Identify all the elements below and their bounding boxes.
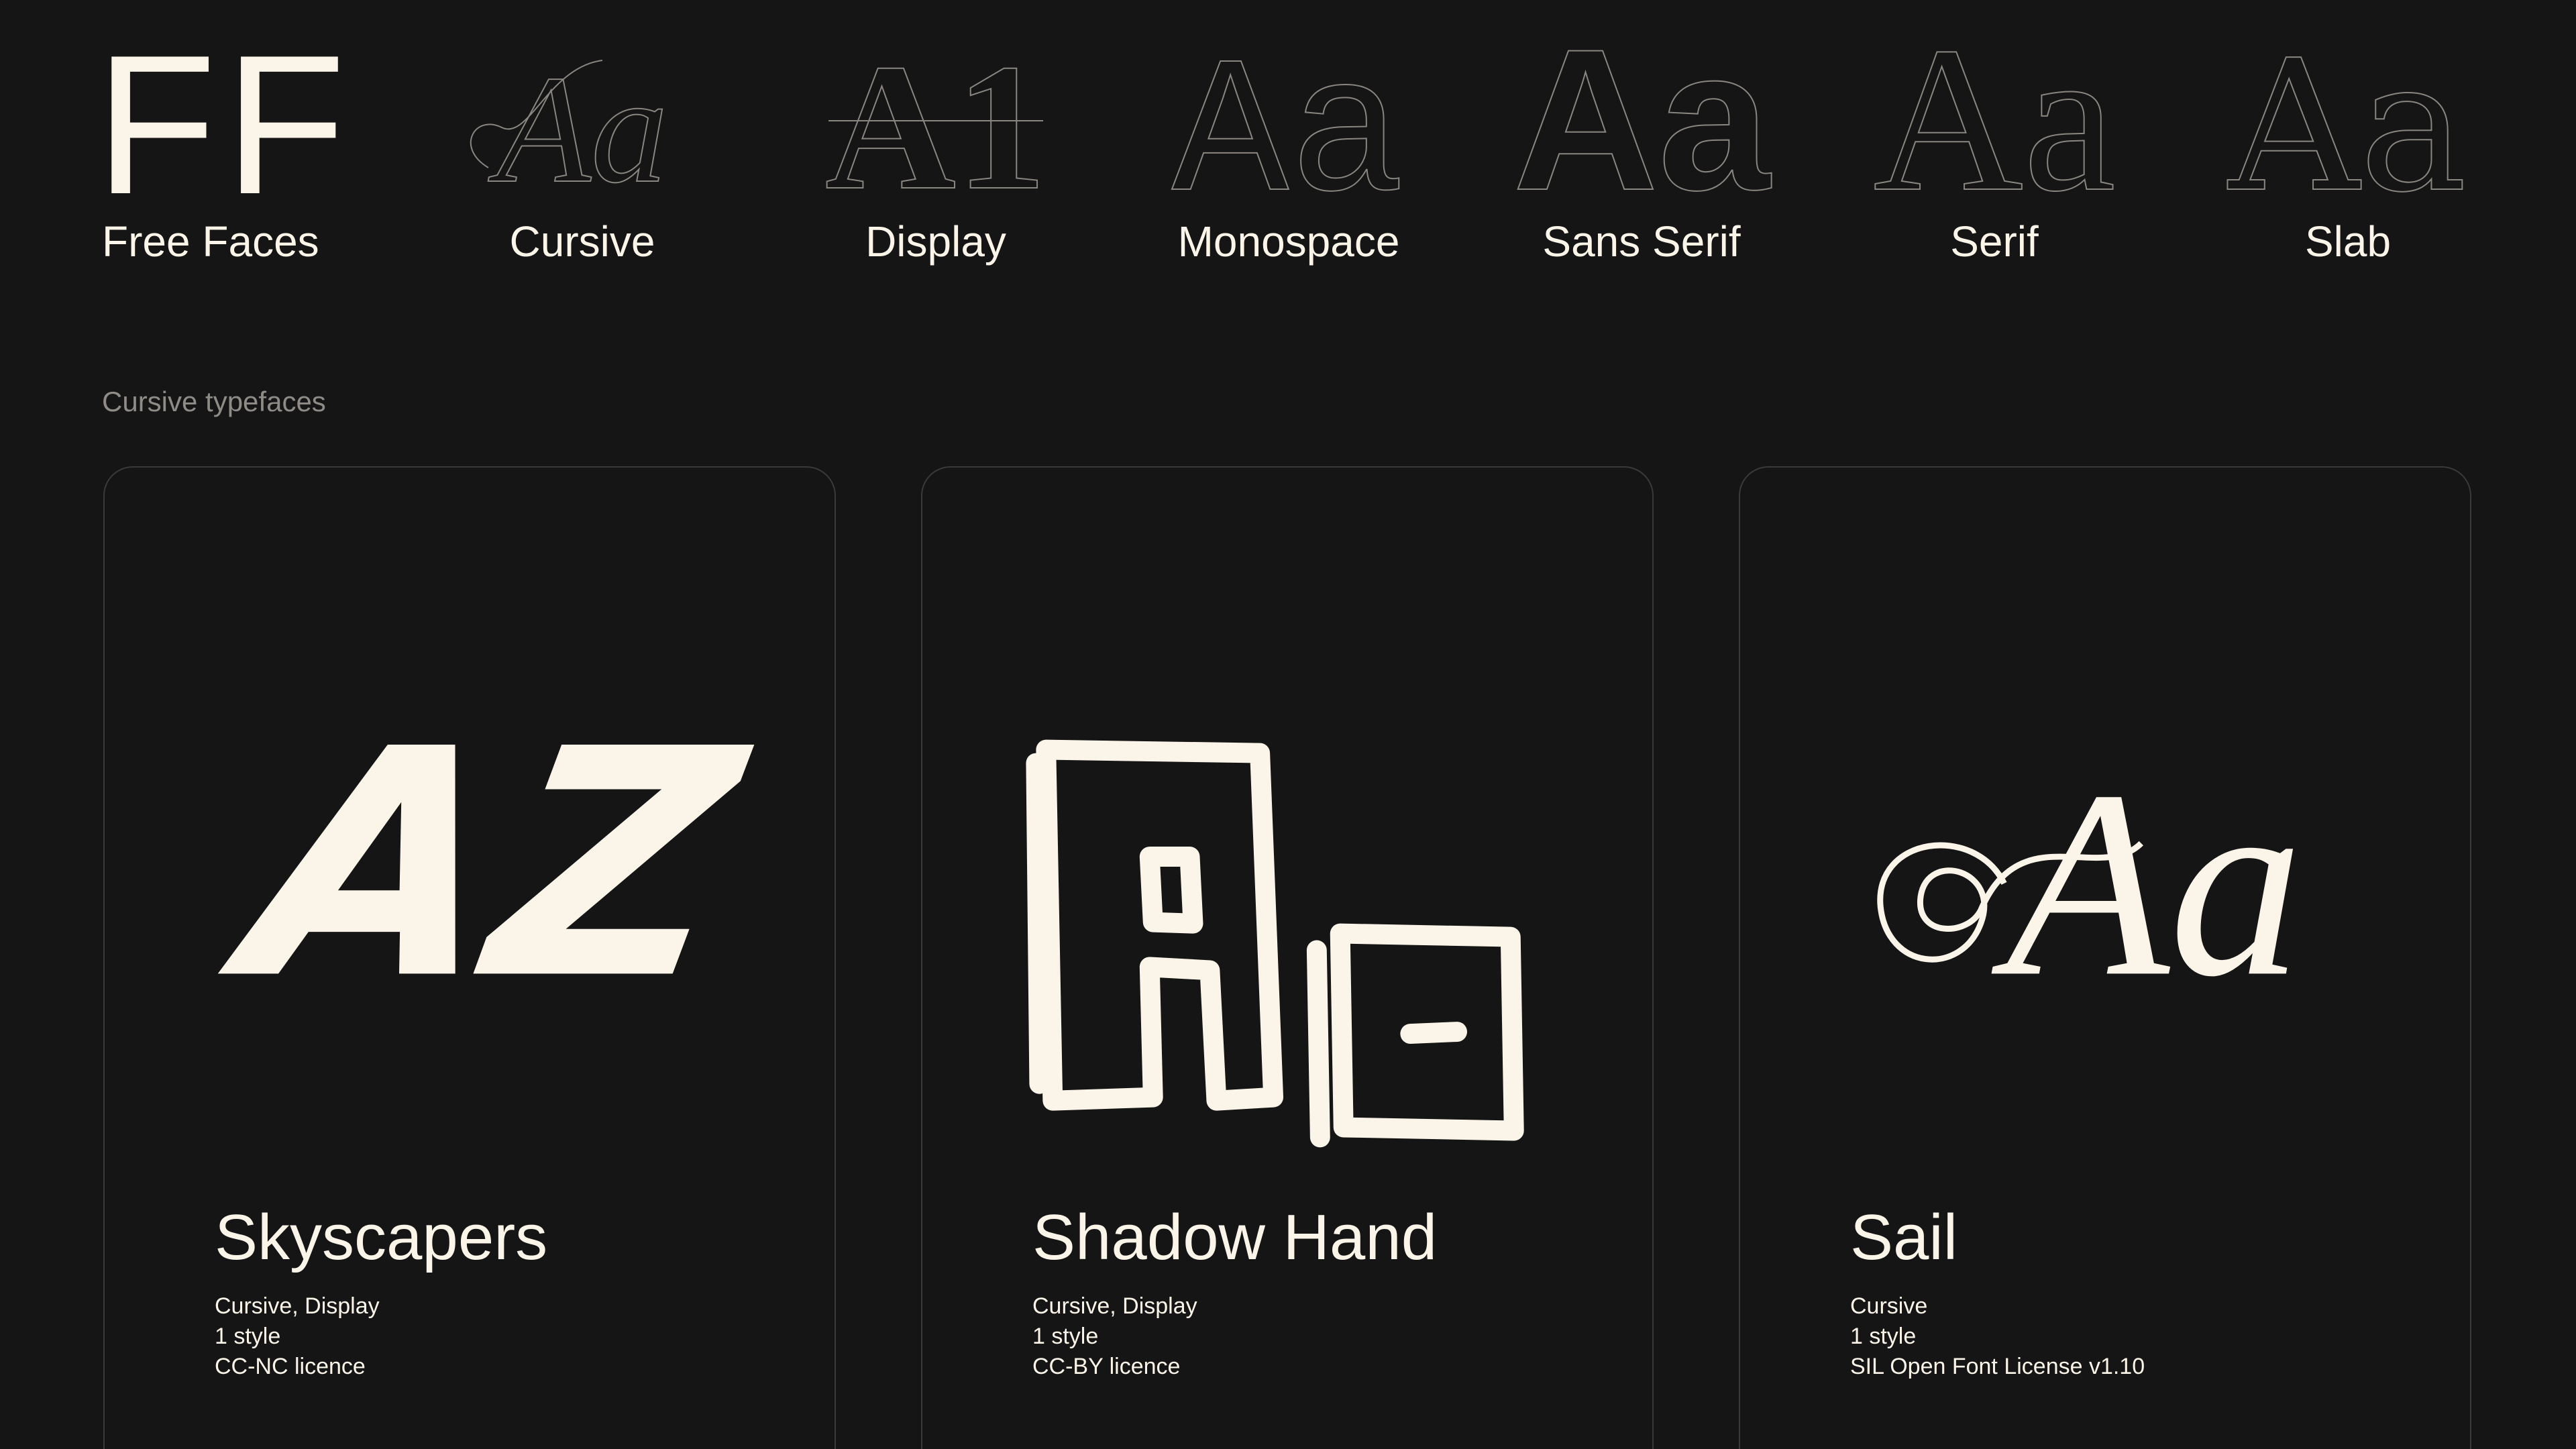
nav-category-slab[interactable]: Aa Slab <box>2214 20 2482 275</box>
serif-sample-text: Aa <box>1873 5 2115 235</box>
letter-a-counter <box>1139 847 1203 934</box>
serif-glyph-svg: Aa <box>1872 4 2116 235</box>
nav-category-sans-serif[interactable]: Aa Sans Serif <box>1507 6 1776 275</box>
slab-glyph-svg: Aa <box>2225 20 2468 233</box>
sans-serif-sample-text: Aa <box>1513 7 1771 232</box>
nav-label-sans-serif: Sans Serif <box>1542 217 1741 266</box>
logo-glyph: FF <box>95 25 384 224</box>
monospace-sample-text: Aa <box>1172 28 1405 248</box>
typeface-specimen: Aa <box>1740 602 2470 1112</box>
letter-a-shadow <box>1026 753 1050 1094</box>
monospace-sample-glyph: Aa <box>1155 28 1423 249</box>
specimen-svg: AE <box>1026 739 1524 1148</box>
typeface-name: Sail <box>1850 1201 1958 1273</box>
cursive-sample-glyph: Aa <box>448 40 716 215</box>
nav-label-slab: Slab <box>2304 217 2392 266</box>
typeface-license: CC-BY licence <box>1032 1354 1181 1379</box>
letter-e-shadow <box>1306 940 1330 1148</box>
nav-label-display: Display <box>865 217 1006 266</box>
display-glyph-svg: A1 <box>824 26 1047 228</box>
typeface-specimen: AZ <box>105 602 835 1112</box>
logo-mark: FF <box>95 13 354 235</box>
typeface-styles: 1 style <box>1850 1324 1917 1349</box>
typeface-specimen: AE <box>922 602 1652 1148</box>
typeface-license: CC-NC licence <box>215 1354 366 1379</box>
typeface-tags: Cursive, Display <box>1032 1293 1197 1319</box>
specimen-svg: Aa <box>1877 736 2303 1032</box>
display-sample-glyph: A1 <box>802 26 1070 228</box>
letter-e-bar <box>1400 1022 1468 1044</box>
typeface-meta: Cursive, Display 1 style CC-BY licence <box>1032 1291 1197 1382</box>
nav-category-cursive[interactable]: Aa Cursive <box>448 40 716 275</box>
logo-link[interactable]: FF Free Faces <box>95 25 384 275</box>
typeface-name: Shadow Hand <box>1032 1201 1438 1273</box>
specimen-drawing <box>1026 739 1524 1148</box>
nav-label-serif: Serif <box>1950 217 2039 266</box>
sans-serif-sample-glyph: Aa <box>1507 6 1776 233</box>
slab-sample-glyph: Aa <box>2214 20 2482 233</box>
typeface-meta: Cursive, Display 1 style CC-NC licence <box>215 1291 380 1382</box>
specimen-text: Aa <box>1989 736 2303 1032</box>
section-title: Cursive typefaces <box>102 386 326 417</box>
typeface-meta: Cursive 1 style SIL Open Font License v1… <box>1850 1291 2145 1382</box>
specimen-text: AZ <box>201 683 768 1049</box>
display-sample-text: A1 <box>825 27 1046 227</box>
page: FF Free Faces Aa Cursive A1 Display Aa M… <box>0 0 2576 1449</box>
typeface-license: SIL Open Font License v1.10 <box>1850 1354 2145 1379</box>
serif-sample-glyph: Aa <box>1860 4 2129 235</box>
typeface-tags: Cursive, Display <box>215 1293 380 1319</box>
specimen-svg: AZ <box>201 683 768 1049</box>
typeface-card-skyscapers[interactable]: AZ Skyscapers Cursive, Display 1 style C… <box>103 466 836 1449</box>
typeface-styles: 1 style <box>1032 1324 1099 1349</box>
monospace-glyph-svg: Aa <box>1171 28 1406 249</box>
typeface-card-shadow-hand[interactable]: AE Shadow Hand Cursive, Display 1 style … <box>921 466 1654 1449</box>
nav-label-cursive: Cursive <box>509 217 655 266</box>
nav-category-monospace[interactable]: Aa Monospace <box>1155 28 1423 275</box>
nav-label-monospace: Monospace <box>1177 217 1400 266</box>
logo-label: Free Faces <box>102 217 319 266</box>
typeface-name: Skyscapers <box>215 1201 548 1273</box>
cursive-glyph-svg: Aa <box>470 43 669 215</box>
typeface-tags: Cursive <box>1850 1293 1928 1319</box>
typeface-styles: 1 style <box>215 1324 281 1349</box>
slab-sample-text: Aa <box>2226 21 2467 232</box>
nav-category-serif[interactable]: Aa Serif <box>1860 4 2129 275</box>
nav-category-display[interactable]: A1 Display <box>802 26 1070 275</box>
typeface-card-sail[interactable]: Aa Sail Cursive 1 style SIL Open Font Li… <box>1739 466 2471 1449</box>
sans-serif-glyph-svg: Aa <box>1512 6 1772 233</box>
